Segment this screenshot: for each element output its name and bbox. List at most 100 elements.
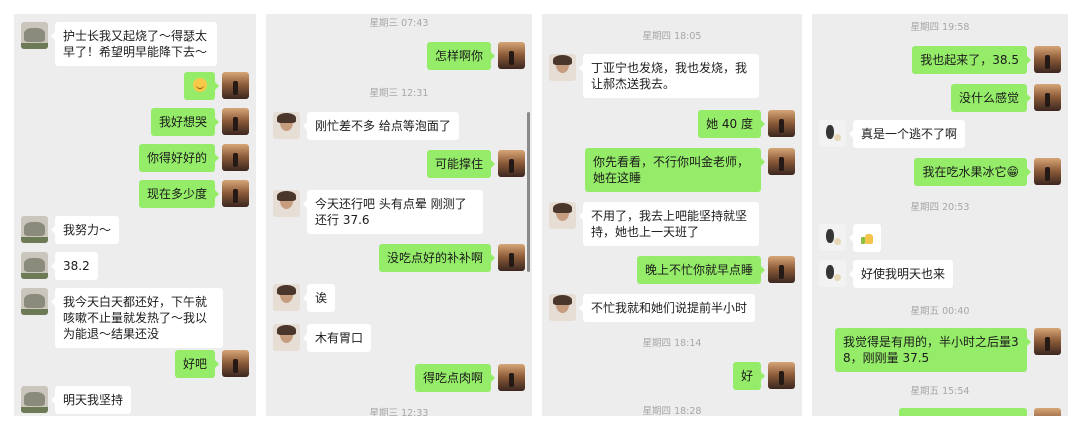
incoming-message-bubble[interactable]: 38.2 (51, 252, 98, 280)
outgoing-message-bubble[interactable]: 得吃点肉啊 (414, 364, 496, 392)
message-row: 她 40 度 (698, 110, 795, 138)
desert-avatar-icon[interactable] (21, 386, 48, 413)
sunset-avatar-icon[interactable] (768, 256, 795, 283)
timestamp: 星期四 18:14 (642, 338, 702, 349)
message-row: 护士长我又起烧了～得瑟太早了！希望明早能降下去～ (21, 22, 217, 66)
message-row: 得吃点肉啊 (414, 364, 525, 392)
incoming-message-bubble[interactable]: 真是一个逃不了啊 (848, 120, 966, 148)
chat-screenshot-1: 护士长我又起烧了～得瑟太早了！希望明早能降下去～ 我好想哭 你得好好的 现在多少… (14, 14, 256, 416)
message-row: 木有胃口 (273, 324, 372, 352)
sunset-avatar-icon[interactable] (222, 144, 249, 171)
outgoing-message-bubble[interactable]: 可能撑住 (426, 150, 496, 178)
sunset-avatar-icon[interactable] (1034, 158, 1061, 185)
sunset-avatar-icon[interactable] (1034, 46, 1061, 73)
portrait-avatar-icon[interactable] (273, 284, 300, 311)
timestamp: 星期五 15:54 (910, 386, 970, 397)
outgoing-message-bubble[interactable] (899, 408, 1027, 416)
outgoing-message-bubble[interactable]: 我在吃水果冰它😁 (914, 158, 1031, 186)
outgoing-message-bubble[interactable]: 你得好好的 (138, 144, 220, 172)
timestamp: 星期三 12:33 (369, 408, 429, 416)
message-row: 现在多少度 (138, 180, 249, 208)
scrollbar[interactable] (527, 112, 530, 272)
message-row: 好吧 (174, 350, 249, 378)
message-row: 你得好好的 (138, 144, 249, 172)
sunset-avatar-icon[interactable] (498, 364, 525, 391)
incoming-message-bubble[interactable]: 我今天白天都还好，下午就咳嗽不止量就发热了～我以为能退～结果还没 (51, 288, 223, 348)
incoming-message-bubble[interactable]: 诶 (302, 284, 336, 312)
incoming-message-bubble[interactable]: 好使我明天也来 (848, 260, 954, 288)
sunset-avatar-icon[interactable] (1034, 408, 1061, 416)
sunset-avatar-icon[interactable] (498, 244, 525, 271)
timestamp: 星期四 18:28 (642, 406, 702, 416)
outgoing-message-bubble[interactable]: 我也起来了，38.5 (912, 46, 1031, 74)
sunset-avatar-icon[interactable] (768, 362, 795, 389)
outgoing-message-bubble[interactable]: 晚上不忙你就早点睡 (636, 256, 766, 284)
sunset-avatar-icon[interactable] (222, 72, 249, 99)
outgoing-message-bubble[interactable]: 现在多少度 (138, 180, 220, 208)
sunset-avatar-icon[interactable] (222, 180, 249, 207)
portrait-avatar-icon[interactable] (549, 202, 576, 229)
flower-avatar-icon[interactable] (819, 224, 846, 251)
flower-avatar-icon[interactable] (819, 120, 846, 147)
message-row: 晚上不忙你就早点睡 (636, 256, 795, 284)
incoming-message-bubble[interactable]: 刚忙差不多 给点等泡面了 (303, 112, 459, 140)
message-row (184, 72, 249, 100)
incoming-message-bubble[interactable]: 丁亚宁也发烧，我也发烧，我让郝杰送我去。 (579, 54, 759, 98)
sunset-avatar-icon[interactable] (1034, 84, 1061, 111)
incoming-message-bubble[interactable]: 我努力～ (50, 216, 120, 244)
sunset-avatar-icon[interactable] (1034, 328, 1061, 355)
timestamp: 星期五 00:40 (910, 306, 970, 317)
grinning-emoji-icon (193, 78, 207, 92)
desert-avatar-icon[interactable] (21, 22, 48, 49)
message-row: 今天还行吧 头有点晕 刚测了还行 37.6 (273, 190, 483, 234)
portrait-avatar-icon[interactable] (273, 112, 300, 139)
sunset-avatar-icon[interactable] (222, 108, 249, 135)
message-row: 好使我明天也来 (819, 260, 954, 288)
portrait-avatar-icon[interactable] (273, 324, 300, 351)
chat-screenshot-3: 星期四 18:05 丁亚宁也发烧，我也发烧，我让郝杰送我去。 她 40 度 你先… (542, 14, 802, 416)
outgoing-message-bubble[interactable]: 没什么感觉 (950, 84, 1032, 112)
incoming-message-bubble[interactable]: 今天还行吧 头有点晕 刚测了还行 37.6 (303, 190, 483, 234)
incoming-message-bubble[interactable]: 不用了，我去上吧能坚持就坚持，她也上一天班了 (579, 202, 759, 246)
incoming-message-bubble[interactable]: 明天我坚持 (50, 386, 132, 414)
outgoing-message-bubble[interactable] (184, 72, 219, 100)
message-row: 没什么感觉 (950, 84, 1061, 112)
sunset-avatar-icon[interactable] (768, 148, 795, 175)
flower-avatar-icon[interactable] (819, 260, 846, 287)
outgoing-message-bubble[interactable]: 怎样啊你 (426, 42, 496, 70)
timestamp: 星期三 07:43 (369, 18, 429, 29)
incoming-message-bubble[interactable]: 护士长我又起烧了～得瑟太早了！希望明早能降下去～ (51, 22, 217, 66)
message-row: 诶 (273, 284, 336, 312)
desert-avatar-icon[interactable] (21, 252, 48, 279)
sunset-avatar-icon[interactable] (498, 42, 525, 69)
sunset-avatar-icon[interactable] (222, 350, 249, 377)
incoming-message-bubble[interactable] (849, 224, 881, 252)
message-row: 你先看看，不行你叫金老师，她在这睡 (585, 148, 795, 192)
message-row: 我觉得是有用的，半小时之后量38，刚刚量 37.5 (835, 328, 1061, 372)
timestamp: 星期四 18:05 (642, 31, 702, 42)
outgoing-message-bubble[interactable]: 我觉得是有用的，半小时之后量38，刚刚量 37.5 (835, 328, 1031, 372)
incoming-message-bubble[interactable]: 不忙我就和她们说提前半小时 (578, 294, 756, 322)
portrait-avatar-icon[interactable] (273, 190, 300, 217)
message-row: 没吃点好的补补啊 (378, 244, 525, 272)
timestamp: 星期四 20:53 (910, 202, 970, 213)
message-row: 我好想哭 (150, 108, 249, 136)
outgoing-message-bubble[interactable]: 她 40 度 (698, 110, 765, 138)
sunset-avatar-icon[interactable] (498, 150, 525, 177)
portrait-avatar-icon[interactable] (549, 54, 576, 81)
outgoing-message-bubble[interactable]: 好吧 (174, 350, 220, 378)
message-row: 可能撑住 (426, 150, 525, 178)
chat-screenshot-2: 星期三 07:43 怎样啊你 星期三 12:31 刚忙差不多 给点等泡面了 可能… (266, 14, 532, 416)
outgoing-message-bubble[interactable]: 好 (732, 362, 766, 390)
outgoing-message-bubble[interactable]: 没吃点好的补补啊 (378, 244, 496, 272)
outgoing-message-bubble[interactable]: 我好想哭 (150, 108, 220, 136)
sunset-avatar-icon[interactable] (768, 110, 795, 137)
outgoing-message-bubble[interactable]: 你先看看，不行你叫金老师，她在这睡 (585, 148, 765, 192)
desert-avatar-icon[interactable] (21, 216, 48, 243)
message-row: 好 (732, 362, 795, 390)
message-row: 怎样啊你 (426, 42, 525, 70)
portrait-avatar-icon[interactable] (549, 294, 576, 321)
timestamp: 星期四 19:58 (910, 22, 970, 33)
incoming-message-bubble[interactable]: 木有胃口 (302, 324, 372, 352)
desert-avatar-icon[interactable] (21, 288, 48, 315)
